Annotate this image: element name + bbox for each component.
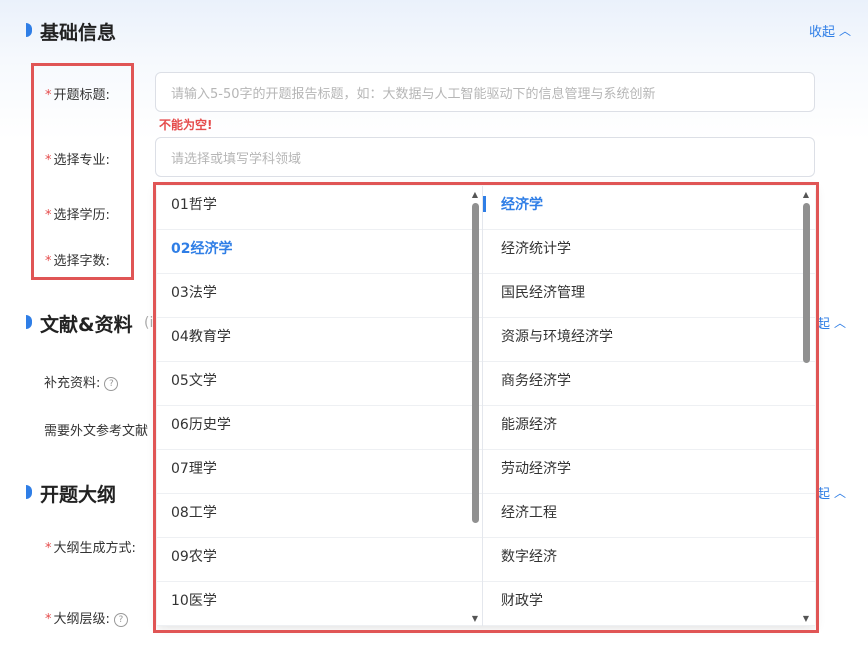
major-option-label: 财政学	[501, 593, 543, 609]
major-input[interactable]: 请选择或填写学科领域	[155, 137, 815, 177]
scroll-up-arrow-icon[interactable]: ▲	[801, 190, 811, 200]
major-option[interactable]: 财政学	[483, 582, 815, 626]
required-mark: *	[45, 88, 52, 103]
section-title-basic: 基础信息	[40, 22, 117, 44]
section-title-literature: 文献&资料	[40, 314, 133, 336]
discipline-option-label: 03法学	[171, 285, 217, 301]
discipline-option-label: 07理学	[171, 461, 217, 477]
major-label: * 选择专业:	[45, 149, 110, 168]
selected-indicator	[483, 196, 486, 212]
degree-label-text: 选择学历:	[53, 208, 110, 223]
foreign-refs-label: 需要外文参考文献	[44, 424, 149, 439]
discipline-column: 01哲学 02经济学 03法学 04教育学 05文学 06历史学 07理学 08工学 09农学 1…	[157, 186, 483, 626]
chevron-up-icon: ︿	[834, 486, 847, 500]
discipline-option-label: 05文学	[171, 373, 217, 389]
degree-label: * 选择学历:	[45, 204, 110, 223]
major-option-label: 国民经济管理	[501, 285, 585, 301]
section-marker-literature	[26, 315, 32, 329]
topic-label-text: 开题标题:	[53, 88, 110, 103]
major-placeholder: 请选择或填写学科领域	[171, 151, 302, 167]
major-column: 经济学经济统计学国民经济管理资源与环境经济学 商务经济学能源经济劳动经济学经济工程…	[483, 186, 815, 626]
outline-level-label-text: 大纲层级:	[53, 612, 110, 627]
major-option-label: 经济统计学	[501, 241, 571, 257]
supplement-label: 补充资料:?	[44, 372, 119, 391]
major-option-label: 数字经济	[501, 549, 557, 565]
discipline-option[interactable]: 02经济学	[157, 230, 482, 274]
discipline-option[interactable]: 01哲学	[157, 186, 482, 230]
outline-method-label: * 大纲生成方式:	[45, 537, 136, 556]
major-option-label: 经济学	[501, 197, 543, 213]
major-option-label: 劳动经济学	[501, 461, 571, 477]
required-mark: *	[45, 208, 52, 223]
collapse-label: 起	[817, 317, 831, 332]
help-icon[interactable]: ?	[113, 612, 128, 627]
scroll-down-arrow-icon[interactable]: ▼	[801, 614, 811, 624]
discipline-option[interactable]: 07理学	[157, 450, 482, 494]
discipline-option[interactable]: 09农学	[157, 538, 482, 582]
topic-label: * 开题标题:	[45, 84, 110, 103]
required-mark: *	[45, 153, 52, 168]
chevron-up-icon: ︿	[834, 316, 847, 330]
collapse-outline-button[interactable]: 起 ︿	[817, 483, 846, 502]
major-option-label: 能源经济	[501, 417, 557, 433]
required-mark: *	[45, 541, 52, 556]
major-option[interactable]: 国民经济管理	[483, 274, 815, 318]
discipline-scrollbar[interactable]: ▲ ▼	[470, 186, 480, 626]
major-option[interactable]: 经济学	[483, 186, 815, 230]
discipline-option[interactable]: 03法学	[157, 274, 482, 318]
major-option[interactable]: 数字经济	[483, 538, 815, 582]
discipline-option-label: 09农学	[171, 549, 217, 565]
major-label-text: 选择专业:	[53, 153, 110, 168]
discipline-option-label: 04教育学	[171, 329, 231, 345]
major-option[interactable]: 经济工程	[483, 494, 815, 538]
required-mark: *	[45, 254, 52, 269]
discipline-option[interactable]: 04教育学	[157, 318, 482, 362]
major-cascader-dropdown: 01哲学 02经济学 03法学 04教育学 05文学 06历史学 07理学 08工学 09农学 1…	[157, 186, 815, 626]
discipline-option-label: 08工学	[171, 505, 217, 521]
scroll-up-arrow-icon[interactable]: ▲	[470, 190, 480, 200]
major-scrollbar[interactable]: ▲ ▼	[801, 186, 811, 626]
major-option[interactable]: 经济统计学	[483, 230, 815, 274]
wordcount-label: * 选择字数:	[45, 250, 110, 269]
topic-input[interactable]: 请输入5-50字的开题报告标题，如：大数据与人工智能驱动下的信息管理与系统创新	[155, 72, 815, 112]
required-mark: *	[45, 612, 52, 627]
discipline-option-label: 10医学	[171, 593, 217, 609]
topic-error-text: 不能为空!	[159, 118, 213, 132]
topic-placeholder: 请输入5-50字的开题报告标题，如：大数据与人工智能驱动下的信息管理与系统创新	[171, 86, 656, 102]
section-marker-basic	[26, 23, 32, 37]
section-marker-outline	[26, 485, 32, 499]
scroll-thumb[interactable]	[472, 203, 479, 523]
discipline-option-label: 01哲学	[171, 197, 217, 213]
outline-level-label: * 大纲层级:?	[45, 608, 128, 627]
outline-method-label-text: 大纲生成方式:	[53, 541, 136, 556]
collapse-label: 起	[817, 487, 831, 502]
major-option-label: 资源与环境经济学	[501, 329, 613, 345]
help-icon[interactable]: ?	[104, 376, 119, 391]
scroll-thumb[interactable]	[803, 203, 810, 363]
chevron-up-icon: ︿	[839, 24, 852, 38]
discipline-option[interactable]: 05文学	[157, 362, 482, 406]
wordcount-label-text: 选择字数:	[53, 254, 110, 269]
discipline-option[interactable]: 08工学	[157, 494, 482, 538]
discipline-option[interactable]: 06历史学	[157, 406, 482, 450]
discipline-option[interactable]: 10医学	[157, 582, 482, 626]
major-option-label: 经济工程	[501, 505, 557, 521]
discipline-option-label: 06历史学	[171, 417, 231, 433]
supplement-label-text: 补充资料:	[44, 376, 101, 391]
collapse-literature-button[interactable]: 起 ︿	[817, 313, 846, 332]
major-option-label: 商务经济学	[501, 373, 571, 389]
scroll-down-arrow-icon[interactable]: ▼	[470, 614, 480, 624]
section-title-outline: 开题大纲	[40, 484, 117, 506]
collapse-basic-button[interactable]: 收起 ︿	[809, 21, 851, 40]
major-option[interactable]: 能源经济	[483, 406, 815, 450]
major-option[interactable]: 劳动经济学	[483, 450, 815, 494]
major-option[interactable]: 资源与环境经济学	[483, 318, 815, 362]
major-list: 经济学经济统计学国民经济管理资源与环境经济学 商务经济学能源经济劳动经济学经济工程…	[483, 186, 815, 626]
section-subtitle-literature: (i	[144, 315, 154, 331]
collapse-label: 收起	[809, 25, 836, 40]
discipline-option-label: 02经济学	[171, 241, 233, 257]
discipline-list: 01哲学 02经济学 03法学 04教育学 05文学 06历史学 07理学 08工学 09农学 1…	[157, 186, 482, 626]
major-option[interactable]: 商务经济学	[483, 362, 815, 406]
